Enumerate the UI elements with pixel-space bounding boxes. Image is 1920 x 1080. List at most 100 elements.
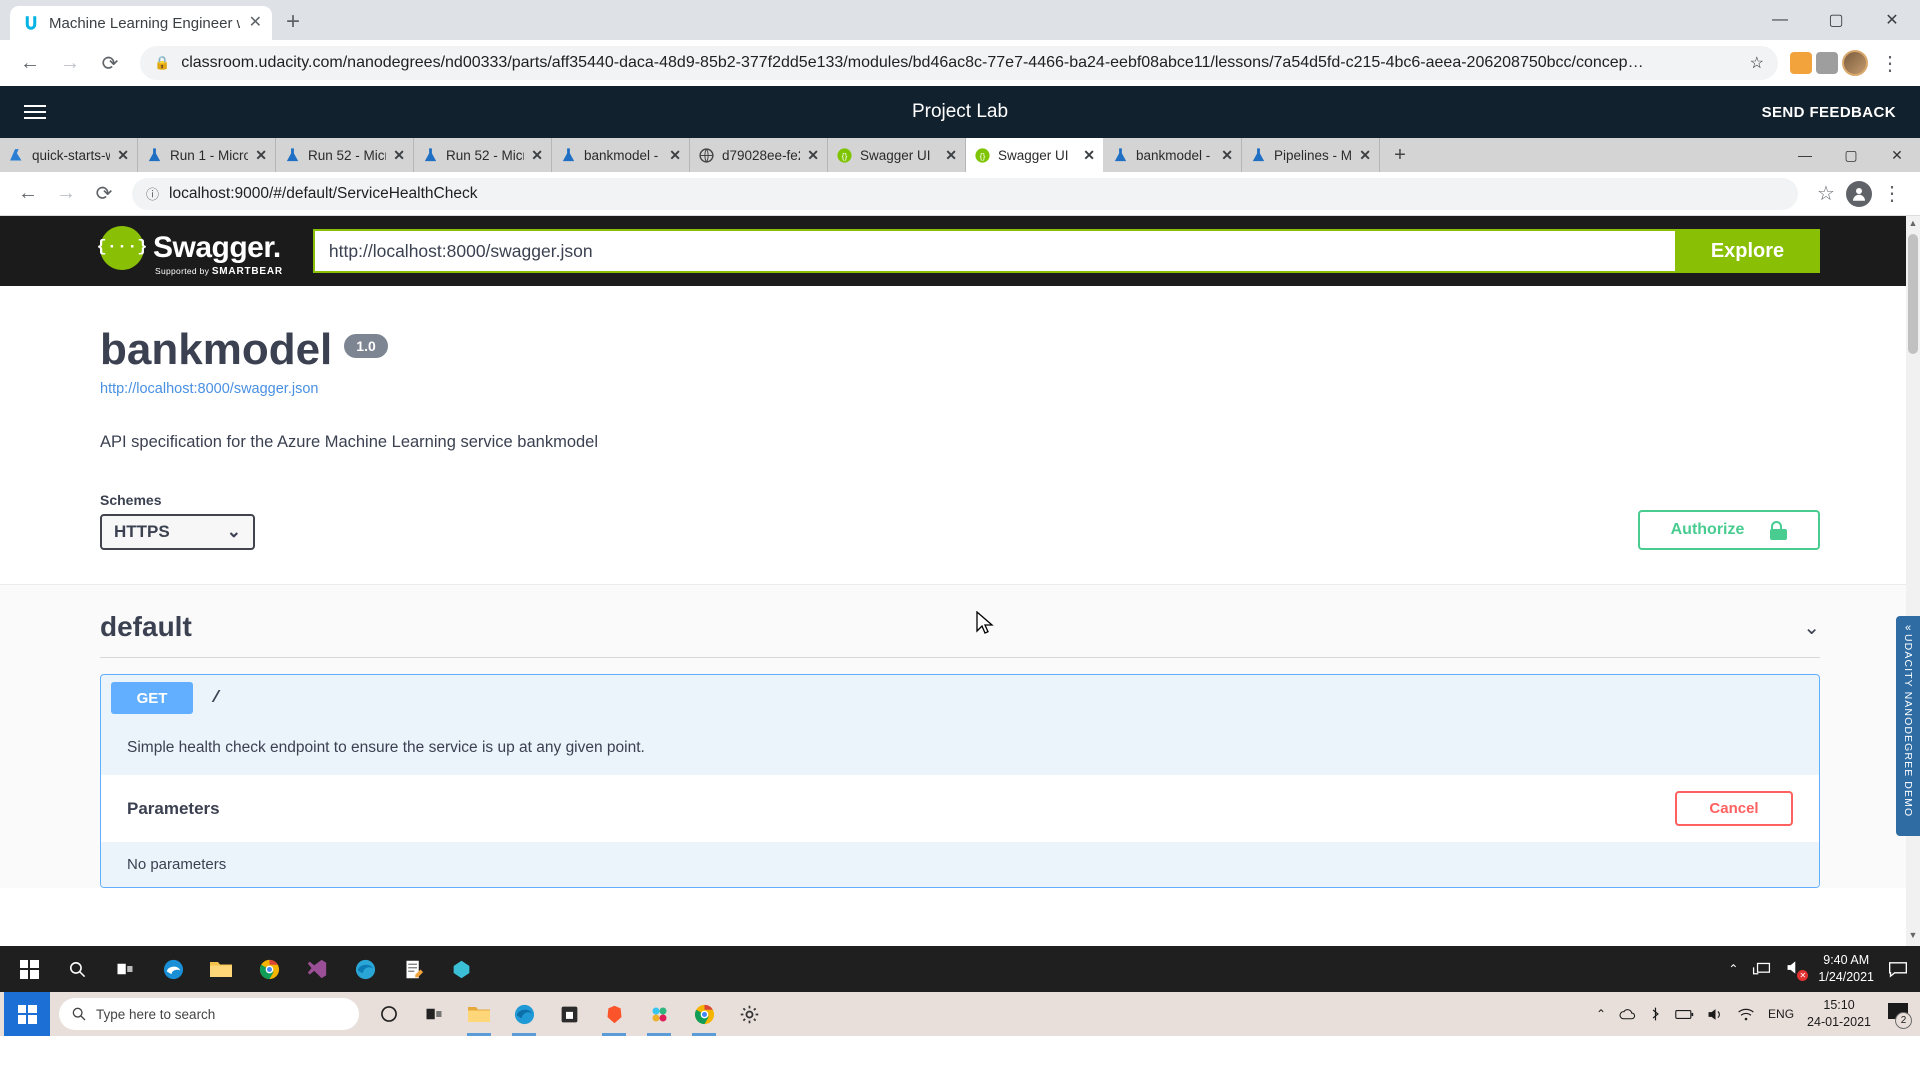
- host-app-slack[interactable]: [638, 992, 680, 1036]
- operation-header[interactable]: GET /: [101, 675, 1819, 721]
- notification-center-button[interactable]: 2: [1884, 1003, 1910, 1025]
- udacity-demo-ribbon[interactable]: « UDACITY NANODEGREE DEMO: [1896, 616, 1920, 836]
- chrome-menu-icon[interactable]: ⋮: [1872, 45, 1908, 81]
- inner-tab-9[interactable]: Pipelines - Mi ✕: [1242, 138, 1380, 172]
- swagger-spec-url-input[interactable]: http://localhost:8000/swagger.json: [313, 229, 1675, 273]
- inner-tab-5[interactable]: d79028ee-fe2 ✕: [690, 138, 828, 172]
- inner-tab-6[interactable]: {} Swagger UI ✕: [828, 138, 966, 172]
- authorize-button[interactable]: Authorize: [1638, 510, 1820, 550]
- back-icon[interactable]: ←: [12, 45, 48, 81]
- close-icon[interactable]: ✕: [1083, 147, 1095, 164]
- close-icon[interactable]: ✕: [669, 147, 681, 164]
- close-icon[interactable]: ✕: [393, 147, 405, 164]
- operation-body: Simple health check endpoint to ensure t…: [101, 721, 1819, 887]
- minimize-button[interactable]: —: [1752, 0, 1808, 40]
- forward-icon[interactable]: →: [52, 45, 88, 81]
- close-icon[interactable]: ✕: [531, 147, 543, 164]
- vm-clock[interactable]: 9:40 AM 1/24/2021: [1818, 952, 1874, 986]
- host-search-box[interactable]: Type here to search: [59, 998, 359, 1030]
- host-task-view-button[interactable]: [413, 992, 455, 1036]
- close-icon[interactable]: ✕: [249, 15, 262, 31]
- host-clock[interactable]: 15:10 24-01-2021: [1807, 997, 1871, 1031]
- host-app-edge[interactable]: [503, 992, 545, 1036]
- bluetooth-icon[interactable]: [1649, 1006, 1662, 1022]
- chevron-left-icon[interactable]: «: [1905, 622, 1911, 634]
- vm-app-file-explorer[interactable]: [198, 946, 244, 992]
- battery-icon[interactable]: [1675, 1008, 1694, 1021]
- tray-chevron-icon[interactable]: ⌃: [1596, 1007, 1606, 1021]
- inner-tab-2[interactable]: Run 52 - Micr ✕: [276, 138, 414, 172]
- host-start-button[interactable]: [4, 992, 50, 1036]
- vm-start-button[interactable]: [6, 946, 52, 992]
- vm-search-button[interactable]: [54, 946, 100, 992]
- chrome-menu-icon[interactable]: ⋮: [1874, 176, 1910, 212]
- vm-app-visual-studio[interactable]: [294, 946, 340, 992]
- maximize-button[interactable]: ▢: [1828, 138, 1874, 172]
- scrollbar-thumb[interactable]: [1908, 234, 1918, 354]
- close-icon[interactable]: ✕: [1221, 147, 1233, 164]
- onedrive-icon[interactable]: [1619, 1007, 1636, 1022]
- inner-url-text: localhost:9000/#/default/ServiceHealthCh…: [169, 185, 477, 203]
- inner-url-input[interactable]: ⓘ localhost:9000/#/default/ServiceHealth…: [132, 178, 1798, 210]
- close-button[interactable]: ✕: [1864, 0, 1920, 40]
- vm-task-view-button[interactable]: [102, 946, 148, 992]
- close-icon[interactable]: ✕: [255, 147, 267, 164]
- host-cortana-button[interactable]: [368, 992, 410, 1036]
- outer-url-input[interactable]: 🔒 classroom.udacity.com/nanodegrees/nd00…: [140, 46, 1778, 80]
- close-icon[interactable]: ✕: [945, 147, 957, 164]
- host-app-settings[interactable]: [728, 992, 770, 1036]
- forward-icon[interactable]: →: [48, 176, 84, 212]
- inner-tab-8[interactable]: bankmodel - ✕: [1104, 138, 1242, 172]
- minimize-button[interactable]: —: [1782, 138, 1828, 172]
- extension-icon-1[interactable]: [1790, 52, 1812, 74]
- inner-new-tab-button[interactable]: +: [1380, 138, 1420, 172]
- host-app-file-explorer[interactable]: [458, 992, 500, 1036]
- new-tab-button[interactable]: +: [286, 8, 300, 36]
- profile-avatar[interactable]: [1846, 181, 1872, 207]
- reload-icon[interactable]: ⟳: [86, 176, 122, 212]
- close-button[interactable]: ✕: [1874, 138, 1920, 172]
- vm-app-chrome[interactable]: [246, 946, 292, 992]
- host-app-store[interactable]: [548, 992, 590, 1036]
- outer-tab-udacity[interactable]: Machine Learning Engineer with ✕: [10, 6, 272, 40]
- back-icon[interactable]: ←: [10, 176, 46, 212]
- page-scrollbar[interactable]: ▲ ▼: [1906, 216, 1920, 946]
- reload-icon[interactable]: ⟳: [92, 45, 128, 81]
- language-indicator[interactable]: ENG: [1768, 1007, 1794, 1021]
- scroll-up-icon[interactable]: ▲: [1906, 218, 1920, 232]
- extension-icon-2[interactable]: [1816, 52, 1838, 74]
- inner-tab-4[interactable]: bankmodel - ✕: [552, 138, 690, 172]
- vm-app-notepad[interactable]: [390, 946, 436, 992]
- scroll-down-icon[interactable]: ▼: [1906, 930, 1920, 944]
- explore-button[interactable]: Explore: [1675, 229, 1820, 273]
- close-icon[interactable]: ✕: [1359, 147, 1371, 164]
- vm-app-generic[interactable]: [438, 946, 484, 992]
- volume-icon[interactable]: [1707, 1007, 1724, 1022]
- send-feedback-button[interactable]: SEND FEEDBACK: [1762, 104, 1896, 121]
- close-icon[interactable]: ✕: [117, 147, 129, 164]
- host-app-chrome[interactable]: [683, 992, 725, 1036]
- inner-tab-3[interactable]: Run 52 - Micr ✕: [414, 138, 552, 172]
- maximize-button[interactable]: ▢: [1808, 0, 1864, 40]
- file-explorer-icon: [467, 1004, 491, 1024]
- wifi-icon[interactable]: [1737, 1007, 1755, 1022]
- action-center-icon[interactable]: [1888, 961, 1908, 978]
- chevron-down-icon[interactable]: ⌄: [1803, 615, 1820, 640]
- schemes-select[interactable]: HTTPS ⌄: [100, 514, 255, 550]
- bookmark-star-icon[interactable]: ☆: [1750, 53, 1764, 73]
- vm-app-edge-legacy[interactable]: [150, 946, 196, 992]
- inner-tab-0[interactable]: quick-starts-w ✕: [0, 138, 138, 172]
- close-icon[interactable]: ✕: [807, 147, 819, 164]
- tray-chevron-icon[interactable]: ⌃: [1728, 962, 1738, 976]
- bookmark-star-icon[interactable]: ☆: [1808, 176, 1844, 212]
- network-icon[interactable]: [1752, 961, 1771, 977]
- cancel-button[interactable]: Cancel: [1675, 791, 1793, 826]
- spec-json-link[interactable]: http://localhost:8000/swagger.json: [100, 381, 1820, 397]
- inner-tab-1[interactable]: Run 1 - Micro ✕: [138, 138, 276, 172]
- host-app-brave[interactable]: [593, 992, 635, 1036]
- inner-tab-7-active[interactable]: {} Swagger UI ✕: [966, 138, 1104, 172]
- profile-avatar[interactable]: [1842, 50, 1868, 76]
- vm-app-edge[interactable]: [342, 946, 388, 992]
- tag-header[interactable]: default ⌄: [100, 611, 1820, 658]
- volume-muted-icon[interactable]: ✕: [1785, 959, 1804, 979]
